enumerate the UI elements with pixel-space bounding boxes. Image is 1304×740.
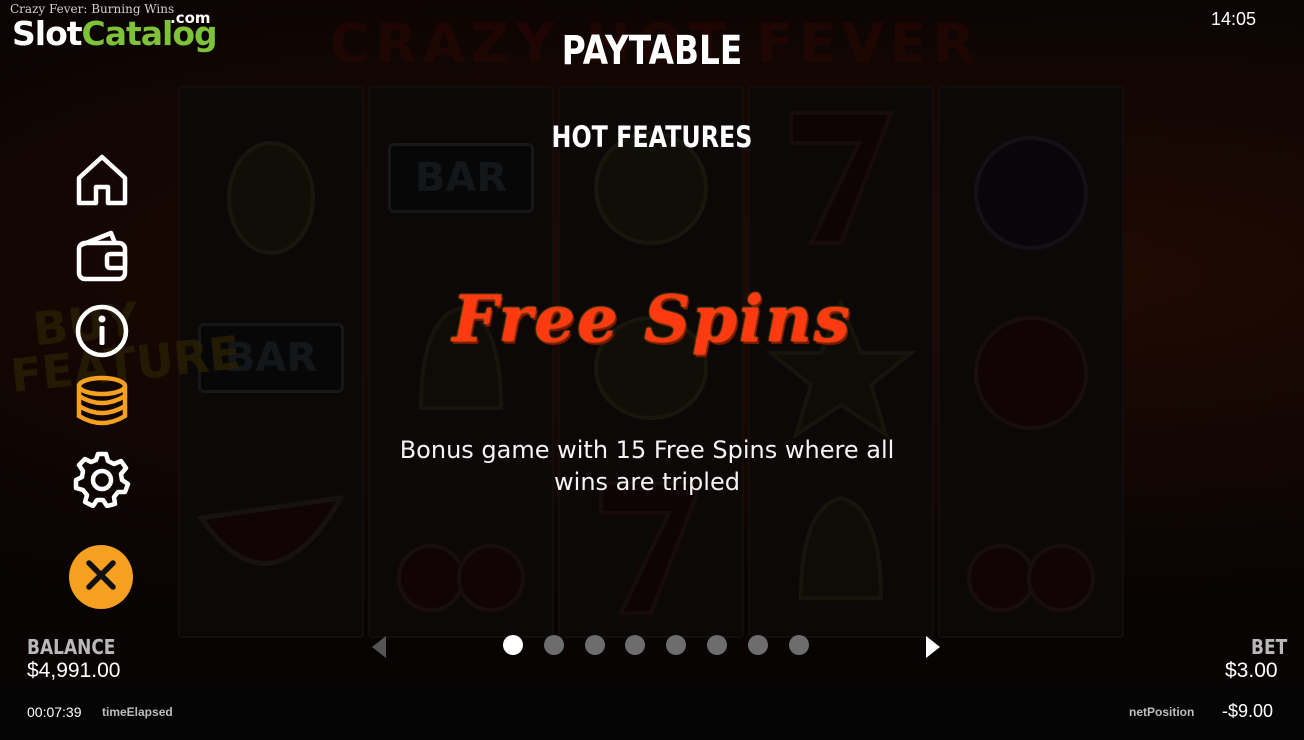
page-dot-7[interactable]: [747, 635, 768, 655]
info-icon[interactable]: [72, 301, 132, 361]
home-icon[interactable]: [72, 150, 132, 210]
wallet-icon[interactable]: [72, 226, 132, 286]
clock: 14:05: [1210, 9, 1256, 29]
page-dot-2[interactable]: [543, 635, 564, 655]
net-position-value: -$9.00: [1222, 701, 1274, 721]
page-dot-3[interactable]: [584, 635, 605, 655]
section-title: HOT FEATURES: [551, 120, 753, 154]
settings-icon[interactable]: [72, 449, 132, 509]
previous-page-arrow[interactable]: [368, 634, 390, 660]
coins-icon[interactable]: [72, 374, 132, 434]
watermark-suffix: .com: [170, 9, 211, 27]
feature-title: Free Spins: [452, 282, 852, 357]
close-button[interactable]: [69, 545, 133, 609]
page-dot-6[interactable]: [707, 635, 727, 655]
time-elapsed-value: 00:07:39: [27, 704, 82, 720]
balance-value: $4,991.00: [27, 659, 121, 682]
balance-label: BALANCE: [27, 635, 116, 659]
next-page-arrow[interactable]: [922, 634, 944, 660]
net-position-label: netPosition: [1129, 705, 1195, 719]
page-title: PAYTABLE: [561, 28, 743, 74]
session-footer: 00:07:39 timeElapsed netPosition -$9.00: [0, 686, 1304, 740]
bet-value: $3.00: [1225, 659, 1278, 682]
time-elapsed-label: timeElapsed: [102, 705, 173, 719]
bet-label: BET: [1251, 635, 1288, 659]
feature-description: Bonus game with 15 Free Spins where all …: [399, 436, 895, 496]
close-icon: [84, 558, 118, 597]
page-dot-1[interactable]: [503, 635, 523, 655]
page-dot-8[interactable]: [788, 635, 809, 655]
